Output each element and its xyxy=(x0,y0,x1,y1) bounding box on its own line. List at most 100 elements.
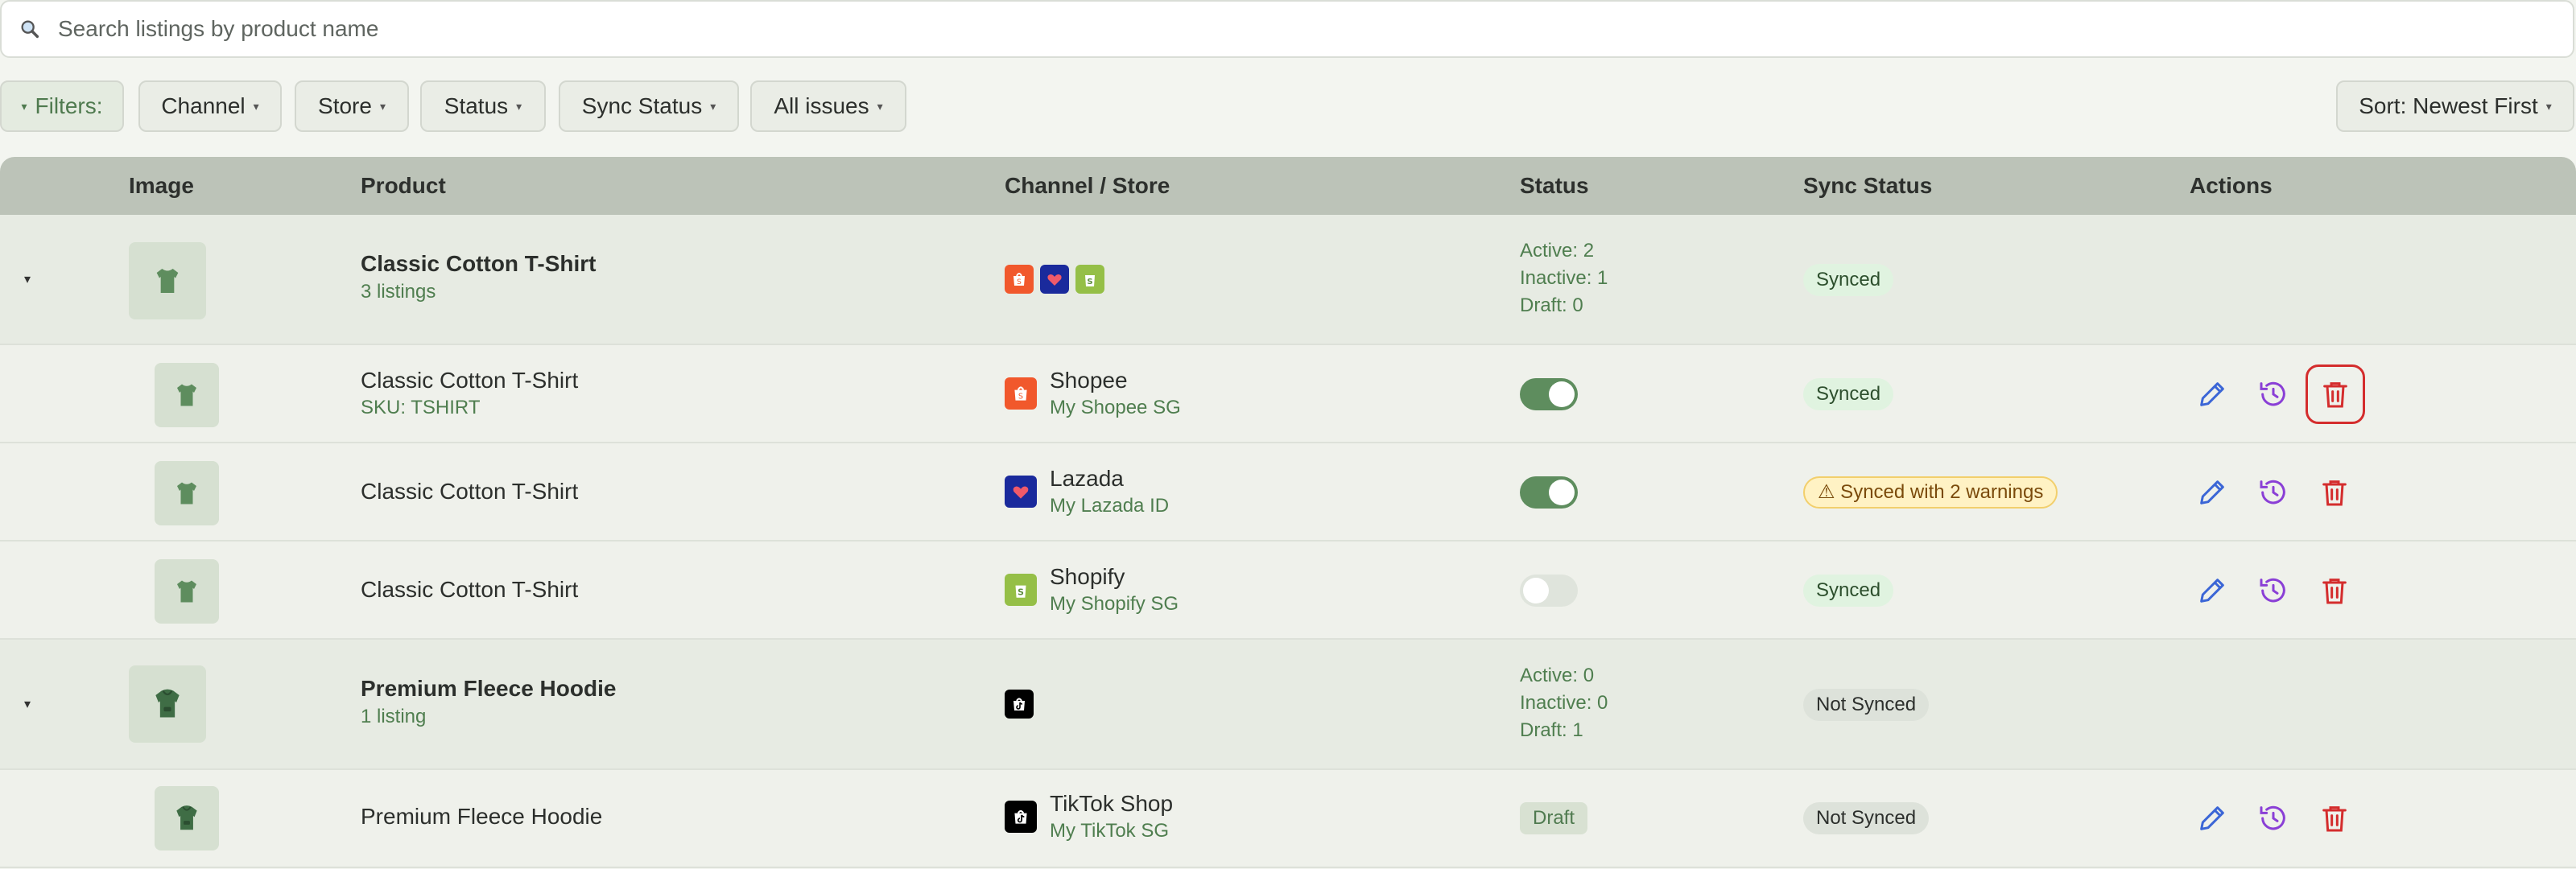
caret-down-icon: ▾ xyxy=(2545,99,2552,113)
shopee-icon: S xyxy=(1005,265,1034,294)
delete-button[interactable] xyxy=(2315,571,2354,610)
toggle-knob xyxy=(1549,381,1575,407)
listings-table: Image Product Channel / Store Status Syn… xyxy=(0,157,2576,869)
store-name: My Shopee SG xyxy=(1050,397,1181,418)
history-button[interactable] xyxy=(2254,473,2293,512)
filter-bar: ▾ Filters: Channel ▾ Store ▾ Status ▾ Sy… xyxy=(0,80,2576,132)
listing-thumbnail xyxy=(155,559,219,624)
history-icon xyxy=(2260,381,2285,406)
channel-filter[interactable]: Channel ▾ xyxy=(138,80,282,132)
filters-toggle-button[interactable]: ▾ Filters: xyxy=(0,80,124,132)
expand-collapse-icon[interactable]: ▾ xyxy=(24,696,31,712)
listing-thumbnail xyxy=(155,786,219,850)
listing-thumbnail xyxy=(155,363,219,427)
history-button[interactable] xyxy=(2254,799,2293,838)
sort-dropdown[interactable]: Sort: Newest First ▾ xyxy=(2336,80,2574,132)
search-input[interactable] xyxy=(58,16,2573,42)
trash-icon xyxy=(2323,382,2347,408)
header-product: Product xyxy=(361,173,446,198)
listing-sku: SKU: TSHIRT xyxy=(361,397,481,418)
channel-logos xyxy=(1005,690,1034,719)
shopify-icon: S xyxy=(1005,574,1037,606)
history-icon xyxy=(2260,480,2285,505)
channel-name: TikTok Shop xyxy=(1050,791,1174,816)
active-count: Active: 0 xyxy=(1520,665,1595,686)
sync-status-filter[interactable]: Sync Status ▾ xyxy=(559,80,739,132)
search-bar[interactable] xyxy=(0,0,2574,58)
product-thumbnail xyxy=(129,242,206,319)
tiktok-shop-icon xyxy=(1005,690,1034,719)
history-button[interactable] xyxy=(2254,571,2293,610)
draft-badge: Draft xyxy=(1520,802,1588,834)
sync-status-badge: Synced xyxy=(1803,378,1894,410)
active-toggle[interactable] xyxy=(1520,476,1578,509)
store-name: My Lazada ID xyxy=(1050,495,1170,517)
caret-down-icon: ▾ xyxy=(516,99,522,113)
listing-row[interactable]: Classic Cotton T-Shirt Lazada My Lazada … xyxy=(0,443,2576,542)
search-icon xyxy=(2,2,58,56)
active-toggle[interactable] xyxy=(1520,378,1578,410)
draft-count: Draft: 1 xyxy=(1520,719,1583,741)
expand-collapse-icon[interactable]: ▾ xyxy=(24,271,31,287)
listing-name: Classic Cotton T-Shirt xyxy=(361,479,579,504)
trash-icon xyxy=(2322,579,2347,604)
trash-icon xyxy=(2322,806,2347,832)
lazada-icon xyxy=(1040,265,1069,294)
active-toggle[interactable] xyxy=(1520,575,1578,607)
header-status: Status xyxy=(1520,173,1589,198)
listing-name: Classic Cotton T-Shirt xyxy=(361,577,579,602)
header-channel-store: Channel / Store xyxy=(1005,173,1170,198)
sync-status-badge: Not Synced xyxy=(1803,802,1930,834)
inactive-count: Inactive: 0 xyxy=(1520,692,1608,714)
tshirt-icon xyxy=(156,269,179,293)
svg-text:S: S xyxy=(1018,587,1024,598)
inactive-count: Inactive: 1 xyxy=(1520,267,1608,289)
tshirt-icon xyxy=(177,384,196,406)
product-thumbnail xyxy=(129,665,206,743)
toggle-knob xyxy=(1549,480,1575,505)
pencil-icon xyxy=(2200,480,2224,505)
channel-name: Shopee xyxy=(1050,368,1128,393)
product-group-row[interactable]: ▾ Premium Fleece Hoodie 1 listing Active… xyxy=(0,640,2576,770)
issues-filter[interactable]: All issues ▾ xyxy=(750,80,906,132)
product-name: Premium Fleece Hoodie xyxy=(361,676,617,701)
pencil-icon xyxy=(2200,382,2224,406)
store-filter-label: Store xyxy=(318,93,372,118)
svg-text:S: S xyxy=(1087,278,1092,286)
listing-row[interactable]: Classic Cotton T-Shirt S Shopify My Shop… xyxy=(0,542,2576,640)
edit-button[interactable] xyxy=(2193,473,2231,512)
listing-name: Classic Cotton T-Shirt xyxy=(361,368,579,393)
draft-count: Draft: 0 xyxy=(1520,294,1583,316)
hoodie-icon xyxy=(155,689,180,718)
history-button[interactable] xyxy=(2254,375,2293,414)
tshirt-icon xyxy=(177,482,196,505)
delete-button[interactable] xyxy=(2315,473,2354,512)
edit-button[interactable] xyxy=(2193,799,2231,838)
listing-row[interactable]: Premium Fleece Hoodie TikTok Shop My Tik… xyxy=(0,770,2576,868)
product-group-row[interactable]: ▾ Classic Cotton T-Shirt 3 listings S S … xyxy=(0,215,2576,345)
delete-button[interactable] xyxy=(2306,364,2365,424)
hoodie-icon xyxy=(176,805,197,830)
store-filter[interactable]: Store ▾ xyxy=(295,80,409,132)
listing-thumbnail xyxy=(155,461,219,525)
channel-logos: S S xyxy=(1005,265,1104,294)
delete-button[interactable] xyxy=(2315,799,2354,838)
lazada-icon xyxy=(1005,476,1037,508)
header-image: Image xyxy=(129,173,194,198)
status-counts: Active: 2 Inactive: 1 Draft: 0 xyxy=(1520,237,1608,319)
svg-text:S: S xyxy=(1018,393,1023,402)
caret-down-icon: ▾ xyxy=(253,99,259,113)
edit-button[interactable] xyxy=(2193,375,2231,414)
listing-count: 1 listing xyxy=(361,706,427,727)
table-header: Image Product Channel / Store Status Syn… xyxy=(0,157,2576,215)
channel-name: Lazada xyxy=(1050,466,1124,491)
listing-row[interactable]: Classic Cotton T-Shirt SKU: TSHIRT S Sho… xyxy=(0,345,2576,443)
history-icon xyxy=(2260,578,2285,603)
sync-warning-badge: ⚠ Synced with 2 warnings xyxy=(1803,476,2058,509)
listing-count: 3 listings xyxy=(361,281,436,303)
caret-down-icon: ▾ xyxy=(379,99,386,113)
store-name: My TikTok SG xyxy=(1050,820,1170,842)
status-filter[interactable]: Status ▾ xyxy=(420,80,546,132)
svg-text:S: S xyxy=(1017,278,1022,286)
edit-button[interactable] xyxy=(2193,571,2231,610)
